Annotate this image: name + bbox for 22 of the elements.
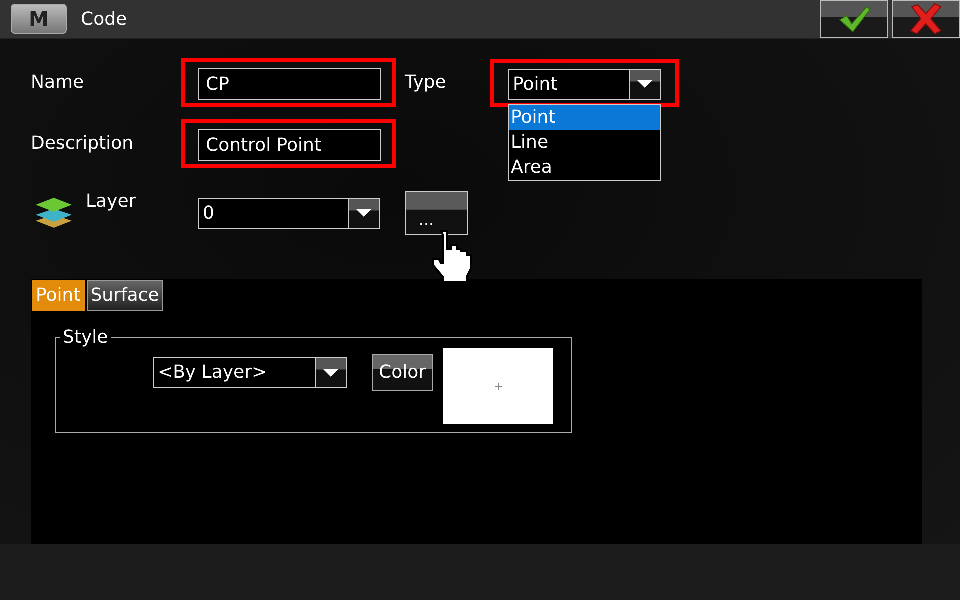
linetype-dropdown[interactable]: <By Layer>	[153, 357, 347, 388]
type-dropdown[interactable]: Point	[508, 68, 661, 100]
color-button[interactable]: Color	[372, 354, 433, 391]
group-title: Style	[62, 327, 110, 348]
crosshair-icon	[494, 382, 502, 390]
field-label: Layer	[86, 191, 138, 212]
field-label: Description	[31, 133, 135, 154]
tab[interactable]: Surface	[86, 280, 164, 311]
dropdown-option[interactable]: Area	[509, 154, 660, 180]
dropdown-option[interactable]: Point	[509, 104, 660, 130]
ok-button[interactable]	[820, 0, 888, 38]
window-title: Code	[81, 8, 128, 30]
field-label: Type	[405, 72, 448, 93]
browse-button[interactable]: ...	[405, 191, 468, 235]
close-button[interactable]	[892, 0, 960, 38]
layer-dropdown[interactable]: 0	[198, 198, 380, 228]
description-field[interactable]: Control Point	[198, 129, 381, 161]
menu-button[interactable]: M	[11, 4, 67, 34]
layers-icon	[35, 195, 73, 231]
dropdown-option[interactable]: Line	[509, 130, 660, 154]
field-label: Name	[31, 72, 86, 93]
name-field[interactable]: CP	[198, 68, 381, 100]
